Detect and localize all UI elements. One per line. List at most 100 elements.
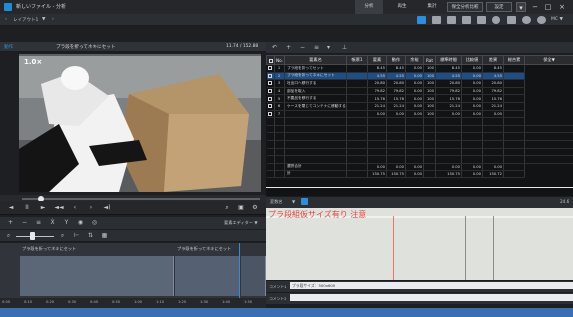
row-checkbox[interactable] (266, 72, 275, 81)
row-cell[interactable] (503, 79, 525, 88)
row-cell[interactable]: 15.76 (435, 94, 462, 103)
row-cell[interactable]: 4.55 (482, 72, 504, 81)
row-cell[interactable]: 0.00 (461, 79, 483, 88)
folder-icon[interactable] (477, 16, 486, 24)
merge-dropdown-icon[interactable]: ▾ (324, 43, 333, 52)
row-cell[interactable]: 15.76 (482, 94, 504, 103)
row-cell[interactable]: 21.24 (367, 102, 387, 111)
row-cell[interactable]: 20.80 (435, 79, 462, 88)
row-checkbox[interactable] (266, 94, 275, 103)
row-cell[interactable] (503, 64, 525, 73)
timeline-clip-3[interactable] (241, 256, 266, 296)
align-icon[interactable]: ⇅ (86, 231, 95, 240)
row-cell[interactable]: 0.00 (405, 64, 424, 73)
row-cell[interactable]: 100 (423, 64, 436, 73)
row-cell[interactable] (503, 72, 525, 81)
timeline-clip-1[interactable] (20, 256, 174, 296)
row-checkbox[interactable] (266, 102, 275, 111)
col-header-rating[interactable]: Rat (423, 55, 436, 65)
row-cell[interactable]: 0.00 (405, 94, 424, 103)
row-cell[interactable]: 0.00 (435, 110, 462, 119)
tab-analysis[interactable]: 分析 (355, 0, 383, 14)
marker-line-1[interactable] (393, 216, 394, 280)
close-icon[interactable]: × (557, 2, 567, 12)
row-cell[interactable]: 0.00 (461, 110, 483, 119)
layout-dropdown-icon[interactable]: ▼ (42, 17, 45, 22)
row-cell[interactable] (346, 87, 368, 96)
row-element-name[interactable] (284, 110, 347, 119)
row-cell[interactable]: 20.80 (386, 79, 406, 88)
row-cell[interactable]: 79.82 (367, 87, 387, 96)
image-icon[interactable]: ▦ (100, 231, 109, 240)
volume-icon[interactable]: ◄) (102, 203, 112, 213)
row-cell[interactable]: 79.82 (482, 87, 504, 96)
row-cell[interactable] (346, 110, 368, 119)
comment-field-1[interactable]: プラ段サイズ：500x600 (290, 282, 573, 289)
play-button[interactable]: ► (38, 203, 48, 213)
row-cell[interactable]: 21.24 (435, 102, 462, 111)
menu-dropdown-icon[interactable]: ▾ (516, 2, 526, 12)
split-view-icon[interactable] (447, 16, 456, 24)
row-cell[interactable]: 0.00 (461, 72, 483, 81)
table-row[interactable]: 6 ケースを閉じてコンテナに移動する 21.24 21.24 0.00 100 21.24 0… (266, 102, 573, 111)
row-cell[interactable]: 0.00 (405, 72, 424, 81)
col-header-motion[interactable]: 動作 (386, 55, 406, 65)
row-cell[interactable] (503, 110, 525, 119)
row-cell[interactable]: 4.55 (386, 72, 406, 81)
col-header-form[interactable]: 帳票1 (346, 55, 368, 65)
layout-select[interactable]: レイアウト1 (13, 17, 38, 23)
tab-compare[interactable]: 保全分析比較 (447, 2, 483, 12)
mc-menu[interactable]: MC ▼ (551, 17, 563, 22)
row-cell[interactable]: 0.00 (461, 102, 483, 111)
row-cell[interactable]: 100 (423, 94, 436, 103)
playhead[interactable] (239, 243, 240, 298)
record-icon[interactable]: ◉ (76, 218, 85, 227)
step-forward-button[interactable]: › (86, 203, 96, 213)
table-row[interactable]: 7 0.00 0.00 0.00 100 0.00 0.00 0.00 (266, 110, 573, 119)
bottom-align-icon[interactable]: ⊥ (340, 43, 349, 52)
row-cell[interactable]: 79.82 (386, 87, 406, 96)
prev-frame-button[interactable]: ◄ (6, 203, 16, 213)
add-row-icon[interactable]: + (284, 43, 293, 52)
list-icon[interactable] (507, 16, 516, 24)
zoom-icon[interactable]: ⌕ (222, 203, 232, 213)
row-cell[interactable]: 0.00 (386, 110, 406, 119)
marker-line-3[interactable] (493, 216, 494, 280)
variable-dropdown-icon[interactable]: ▼ (292, 199, 295, 204)
row-element-name[interactable]: プラ段を折ってセット (284, 64, 347, 73)
video-frame[interactable] (19, 54, 261, 192)
row-cell[interactable] (503, 94, 525, 103)
table-row[interactable]: 3 吐出口へ移行する 20.80 20.80 0.00 100 20.80 0.00 20.80 (266, 79, 573, 88)
add-element-icon[interactable]: + (6, 218, 15, 227)
zoom-slider[interactable] (16, 236, 54, 237)
step-back-button[interactable]: ‹ (70, 203, 80, 213)
row-checkbox[interactable] (266, 64, 275, 73)
row-cell[interactable] (346, 64, 368, 73)
row-cell[interactable]: 20.80 (482, 79, 504, 88)
split-icon[interactable]: ≡ (34, 218, 43, 227)
video-settings-icon[interactable]: ⚙ (250, 203, 260, 213)
table-row[interactable]: 2 プラ段を折ってネキにセット 4.55 4.55 0.00 100 4.55 0.00 4.5… (266, 72, 573, 81)
zoom-out-icon[interactable]: ⌕ (4, 231, 13, 240)
tab-settings[interactable]: 設定 (486, 2, 512, 12)
row-cell[interactable]: 0.00 (405, 110, 424, 119)
tab-summary[interactable]: 集計 (418, 0, 446, 14)
rewind-button[interactable]: ◄◄ (54, 203, 64, 213)
row-cell[interactable] (346, 94, 368, 103)
col-header-check[interactable] (266, 55, 275, 65)
row-element-name[interactable]: 不要品を移行する (284, 94, 347, 103)
timeline-clip-2[interactable] (175, 256, 240, 296)
row-cell[interactable]: 21.24 (386, 102, 406, 111)
row-cell[interactable]: 8.45 (367, 64, 387, 73)
col-header-diff[interactable]: 差異 (482, 55, 504, 65)
row-cell[interactable]: 0.00 (367, 110, 387, 119)
row-cell[interactable]: 0.00 (405, 102, 424, 111)
row-checkbox[interactable] (266, 79, 275, 88)
maximize-icon[interactable]: □ (543, 2, 553, 12)
row-cell[interactable]: 0.00 (461, 94, 483, 103)
marker-line-2[interactable] (465, 216, 466, 280)
forward-button[interactable]: › (52, 17, 54, 22)
table-view-icon[interactable] (432, 16, 441, 24)
row-cell[interactable] (346, 79, 368, 88)
row-cell[interactable]: 8.45 (435, 64, 462, 73)
